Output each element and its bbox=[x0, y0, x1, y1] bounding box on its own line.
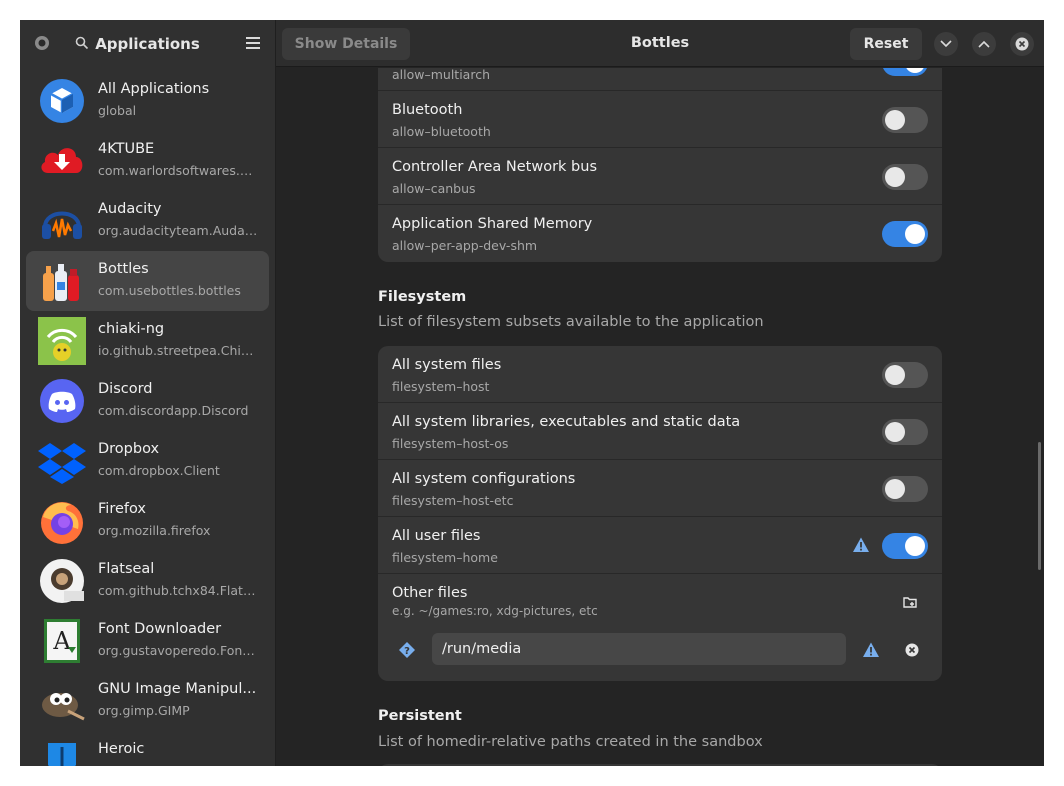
sidebar: Applications All Applications global 4KT… bbox=[20, 20, 276, 766]
sidebar-header: Applications bbox=[20, 20, 275, 67]
app-row-heroic[interactable]: Heroic bbox=[26, 731, 269, 766]
app-row-audacity[interactable]: Audacity org.audacityteam.Audacity bbox=[26, 191, 269, 251]
main-panel: Show Details Bottles Reset allow–multiar… bbox=[276, 20, 1044, 766]
persistent-section-description: List of homedir-relative paths created i… bbox=[378, 734, 763, 750]
app-row-4ktube[interactable]: 4KTUBE com.warlordsoftwares.yo... bbox=[26, 131, 269, 191]
app-row-chiaki-ng[interactable]: chiaki-ng io.github.streetpea.Chiaki... bbox=[26, 311, 269, 371]
help-icon: ? bbox=[398, 641, 416, 659]
filesystem-section-title: Filesystem bbox=[378, 289, 467, 305]
setting-row-host-etc: All system configurations filesystem–hos… bbox=[378, 460, 942, 517]
minimize-chevron-down-icon[interactable] bbox=[934, 32, 958, 56]
reset-button[interactable]: Reset bbox=[850, 28, 922, 60]
window-title: Bottles bbox=[630, 35, 690, 51]
app-row-bottles[interactable]: Bottles com.usebottles.bottles bbox=[26, 251, 269, 311]
search-icon[interactable] bbox=[70, 31, 94, 55]
toggle-canbus[interactable] bbox=[882, 164, 928, 190]
sidebar-title: Applications bbox=[95, 35, 200, 53]
dropbox-icon bbox=[38, 437, 86, 485]
devices-group: allow–multiarch Bluetooth allow–bluetoot… bbox=[378, 68, 942, 262]
hamburger-menu-icon[interactable] bbox=[241, 31, 265, 55]
setting-row-home: All user files filesystem–home bbox=[378, 517, 942, 574]
setting-row-shared-memory: Application Shared Memory allow–per-app-… bbox=[378, 205, 942, 262]
maximize-chevron-up-icon[interactable] bbox=[972, 32, 996, 56]
app-row-firefox[interactable]: Firefox org.mozilla.firefox bbox=[26, 491, 269, 551]
font-downloader-icon: A bbox=[38, 617, 86, 665]
filesystem-section-description: List of filesystem subsets available to … bbox=[378, 314, 764, 330]
scrollbar[interactable] bbox=[1038, 442, 1041, 570]
gimp-icon bbox=[38, 677, 86, 725]
app-row-gimp[interactable]: GNU Image Manipul... org.gimp.GIMP bbox=[26, 671, 269, 731]
cloud-download-icon bbox=[38, 137, 86, 185]
heroic-icon bbox=[38, 737, 86, 766]
chiaki-icon bbox=[38, 317, 86, 365]
remove-entry-icon[interactable] bbox=[904, 642, 920, 658]
bottles-icon bbox=[38, 257, 86, 305]
app-row-font-downloader[interactable]: A Font Downloader org.gustavoperedo.Font… bbox=[26, 611, 269, 671]
toggle-filesystem-host-os[interactable] bbox=[882, 419, 928, 445]
add-folder-icon[interactable] bbox=[902, 594, 920, 612]
setting-row-canbus: Controller Area Network bus allow–canbus bbox=[378, 148, 942, 205]
setting-row-multiarch: allow–multiarch bbox=[378, 68, 942, 91]
flatseal-window: Applications All Applications global 4KT… bbox=[20, 20, 1044, 766]
app-row-discord[interactable]: Discord com.discordapp.Discord bbox=[26, 371, 269, 431]
toggle-multiarch[interactable] bbox=[882, 68, 928, 76]
flatseal-icon bbox=[38, 557, 86, 605]
warning-icon bbox=[862, 641, 880, 659]
persistent-group bbox=[378, 764, 942, 766]
application-list: All Applications global 4KTUBE com.warlo… bbox=[26, 71, 269, 766]
app-menu-icon[interactable] bbox=[30, 31, 54, 55]
persistent-section-title: Persistent bbox=[378, 708, 462, 724]
other-files-path-input[interactable]: /run/media bbox=[432, 633, 846, 665]
toggle-filesystem-host-etc[interactable] bbox=[882, 476, 928, 502]
firefox-icon bbox=[38, 497, 86, 545]
toggle-filesystem-host[interactable] bbox=[882, 362, 928, 388]
svg-text:A: A bbox=[52, 627, 71, 655]
filesystem-group: All system files filesystem–host All sys… bbox=[378, 346, 942, 681]
toggle-bluetooth[interactable] bbox=[882, 107, 928, 133]
discord-icon bbox=[38, 377, 86, 425]
app-row-all-applications[interactable]: All Applications global bbox=[26, 71, 269, 131]
setting-row-host: All system files filesystem–host bbox=[378, 346, 942, 403]
setting-row-bluetooth: Bluetooth allow–bluetooth bbox=[378, 91, 942, 148]
toggle-shared-memory[interactable] bbox=[882, 221, 928, 247]
setting-row-host-os: All system libraries, executables and st… bbox=[378, 403, 942, 460]
settings-content: allow–multiarch Bluetooth allow–bluetoot… bbox=[276, 68, 1044, 766]
warning-icon bbox=[852, 536, 870, 554]
setting-row-other-files: Other files e.g. ~/games:ro, xdg-picture… bbox=[378, 574, 942, 681]
audacity-icon bbox=[38, 197, 86, 245]
app-row-dropbox[interactable]: Dropbox com.dropbox.Client bbox=[26, 431, 269, 491]
package-cube-icon bbox=[38, 77, 86, 125]
app-row-flatseal[interactable]: Flatseal com.github.tchx84.Flatseal bbox=[26, 551, 269, 611]
close-window-icon[interactable] bbox=[1010, 32, 1034, 56]
header-bar: Show Details Bottles Reset bbox=[276, 20, 1044, 67]
svg-text:?: ? bbox=[404, 646, 410, 657]
toggle-filesystem-home[interactable] bbox=[882, 533, 928, 559]
